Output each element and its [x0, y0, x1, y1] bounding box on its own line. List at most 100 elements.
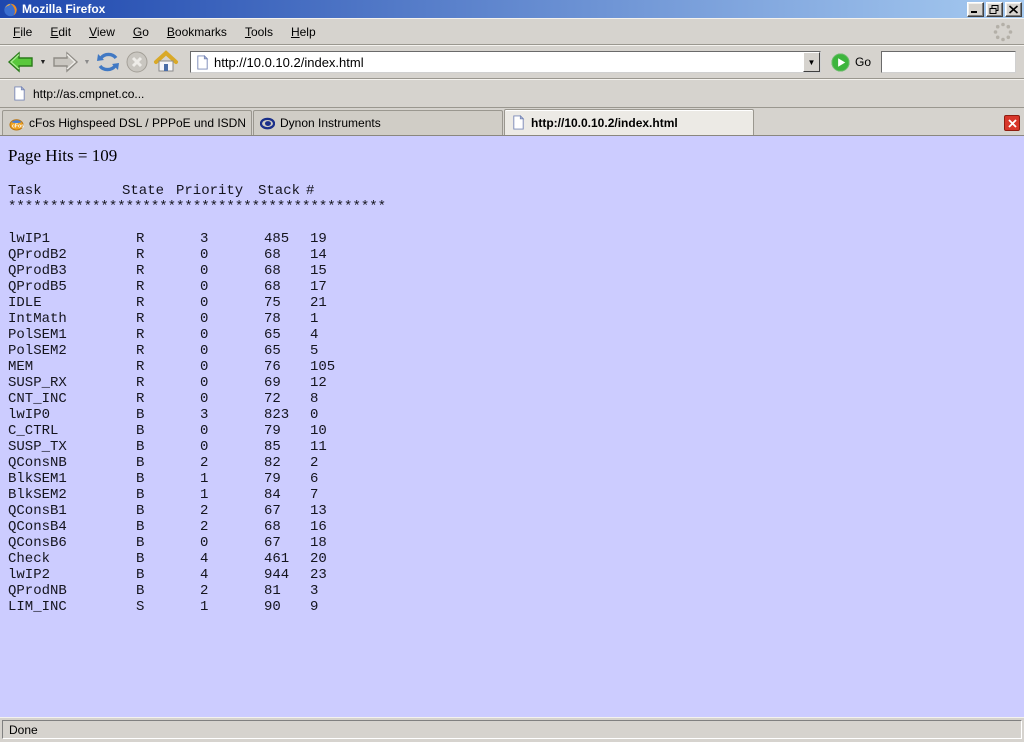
cell-state: B: [136, 567, 200, 583]
table-row: QProdNB B 2 81 3: [8, 583, 1024, 599]
menu-item[interactable]: Bookmarks: [158, 21, 236, 43]
bookmark-label: http://as.cmpnet.co...: [33, 87, 144, 101]
cell-state: B: [136, 519, 200, 535]
cell-task: lwIP0: [8, 407, 136, 423]
cell-state: R: [136, 311, 200, 327]
tab[interactable]: Dynon Instruments: [253, 110, 503, 135]
table-row: SUSP_TX B 0 85 11: [8, 439, 1024, 455]
forward-dropdown[interactable]: ▼: [82, 59, 92, 66]
cell-num: 23: [310, 567, 327, 583]
menu-item[interactable]: File: [4, 21, 41, 43]
restore-button[interactable]: [986, 2, 1003, 17]
menu-item[interactable]: Tools: [236, 21, 282, 43]
tab-label: Dynon Instruments: [280, 116, 381, 130]
cell-state: R: [136, 359, 200, 375]
cell-state: R: [136, 391, 200, 407]
menu-item[interactable]: Edit: [41, 21, 80, 43]
cell-num: 0: [310, 407, 318, 423]
back-dropdown[interactable]: ▼: [38, 59, 48, 66]
cell-priority: 0: [200, 311, 264, 327]
tab[interactable]: http://10.0.10.2/index.html: [504, 109, 754, 135]
task-table: Task State Priority Stack # ************…: [8, 183, 1024, 615]
table-row: QProdB2 R 0 68 14: [8, 247, 1024, 263]
cell-task: CNT_INC: [8, 391, 136, 407]
tab[interactable]: cFos cFos Highspeed DSL / PPPoE und ISDN…: [2, 110, 252, 135]
cell-state: B: [136, 407, 200, 423]
cell-stack: 67: [264, 535, 310, 551]
cell-stack: 76: [264, 359, 310, 375]
home-button[interactable]: [152, 49, 180, 75]
cell-stack: 944: [264, 567, 310, 583]
cell-num: 13: [310, 503, 327, 519]
cell-stack: 485: [264, 231, 310, 247]
cell-num: 4: [310, 327, 318, 343]
cell-state: R: [136, 231, 200, 247]
cell-priority: 4: [200, 567, 264, 583]
menu-item[interactable]: Go: [124, 21, 158, 43]
stop-button[interactable]: [124, 49, 150, 75]
menu-item[interactable]: Help: [282, 21, 325, 43]
table-row: IntMath R 0 78 1: [8, 311, 1024, 327]
svg-text:cFos: cFos: [12, 123, 24, 129]
menu-item[interactable]: View: [80, 21, 124, 43]
cell-state: R: [136, 295, 200, 311]
cell-num: 2: [310, 455, 318, 471]
go-label[interactable]: Go: [855, 55, 871, 69]
cell-priority: 0: [200, 359, 264, 375]
back-button[interactable]: [6, 49, 36, 75]
forward-button[interactable]: [50, 49, 80, 75]
header-num: #: [306, 183, 314, 199]
cell-state: R: [136, 327, 200, 343]
search-box: G: [881, 51, 1016, 73]
cell-stack: 81: [264, 583, 310, 599]
reload-button[interactable]: [94, 49, 122, 75]
close-window-button[interactable]: [1005, 2, 1022, 17]
go-button[interactable]: [831, 53, 850, 72]
cell-stack: 78: [264, 311, 310, 327]
cell-priority: 0: [200, 295, 264, 311]
url-dropdown-button[interactable]: ▼: [803, 52, 820, 72]
cell-stack: 72: [264, 391, 310, 407]
page-content: Page Hits = 109 Task State Priority Stac…: [0, 136, 1024, 717]
table-row: QConsB1 B 2 67 13: [8, 503, 1024, 519]
table-row: QProdB3 R 0 68 15: [8, 263, 1024, 279]
cell-task: QProdB3: [8, 263, 136, 279]
cell-num: 14: [310, 247, 327, 263]
cell-task: QProdB5: [8, 279, 136, 295]
cell-stack: 461: [264, 551, 310, 567]
cell-task: MEM: [8, 359, 136, 375]
cell-priority: 2: [200, 583, 264, 599]
cell-num: 11: [310, 439, 327, 455]
cell-task: QConsNB: [8, 455, 136, 471]
cell-task: IDLE: [8, 295, 136, 311]
stop-icon: [125, 50, 149, 74]
tab-label: cFos Highspeed DSL / PPPoE und ISDN CAP.…: [29, 116, 245, 130]
cell-task: SUSP_TX: [8, 439, 136, 455]
cell-task: LIM_INC: [8, 599, 136, 615]
window-title: Mozilla Firefox: [22, 0, 965, 18]
page-icon: [511, 115, 526, 130]
header-task: Task: [8, 183, 122, 199]
cell-state: B: [136, 583, 200, 599]
title-bar: Mozilla Firefox: [0, 0, 1024, 18]
minimize-button[interactable]: [967, 2, 984, 17]
cell-priority: 3: [200, 407, 264, 423]
cell-priority: 2: [200, 519, 264, 535]
cell-task: PolSEM2: [8, 343, 136, 359]
cell-state: B: [136, 535, 200, 551]
cell-priority: 1: [200, 471, 264, 487]
cell-task: IntMath: [8, 311, 136, 327]
url-input[interactable]: [214, 55, 803, 70]
bookmark-item[interactable]: http://as.cmpnet.co...: [8, 84, 148, 103]
cell-num: 15: [310, 263, 327, 279]
close-tab-button[interactable]: [1004, 115, 1020, 131]
cell-state: R: [136, 343, 200, 359]
cell-state: R: [136, 279, 200, 295]
cell-priority: 0: [200, 327, 264, 343]
search-input[interactable]: [885, 54, 1024, 70]
reload-icon: [95, 50, 121, 74]
table-row: QProdB5 R 0 68 17: [8, 279, 1024, 295]
status-text: Done: [2, 720, 1022, 739]
navigation-toolbar: ▼ ▼: [0, 45, 1024, 79]
cell-num: 10: [310, 423, 327, 439]
